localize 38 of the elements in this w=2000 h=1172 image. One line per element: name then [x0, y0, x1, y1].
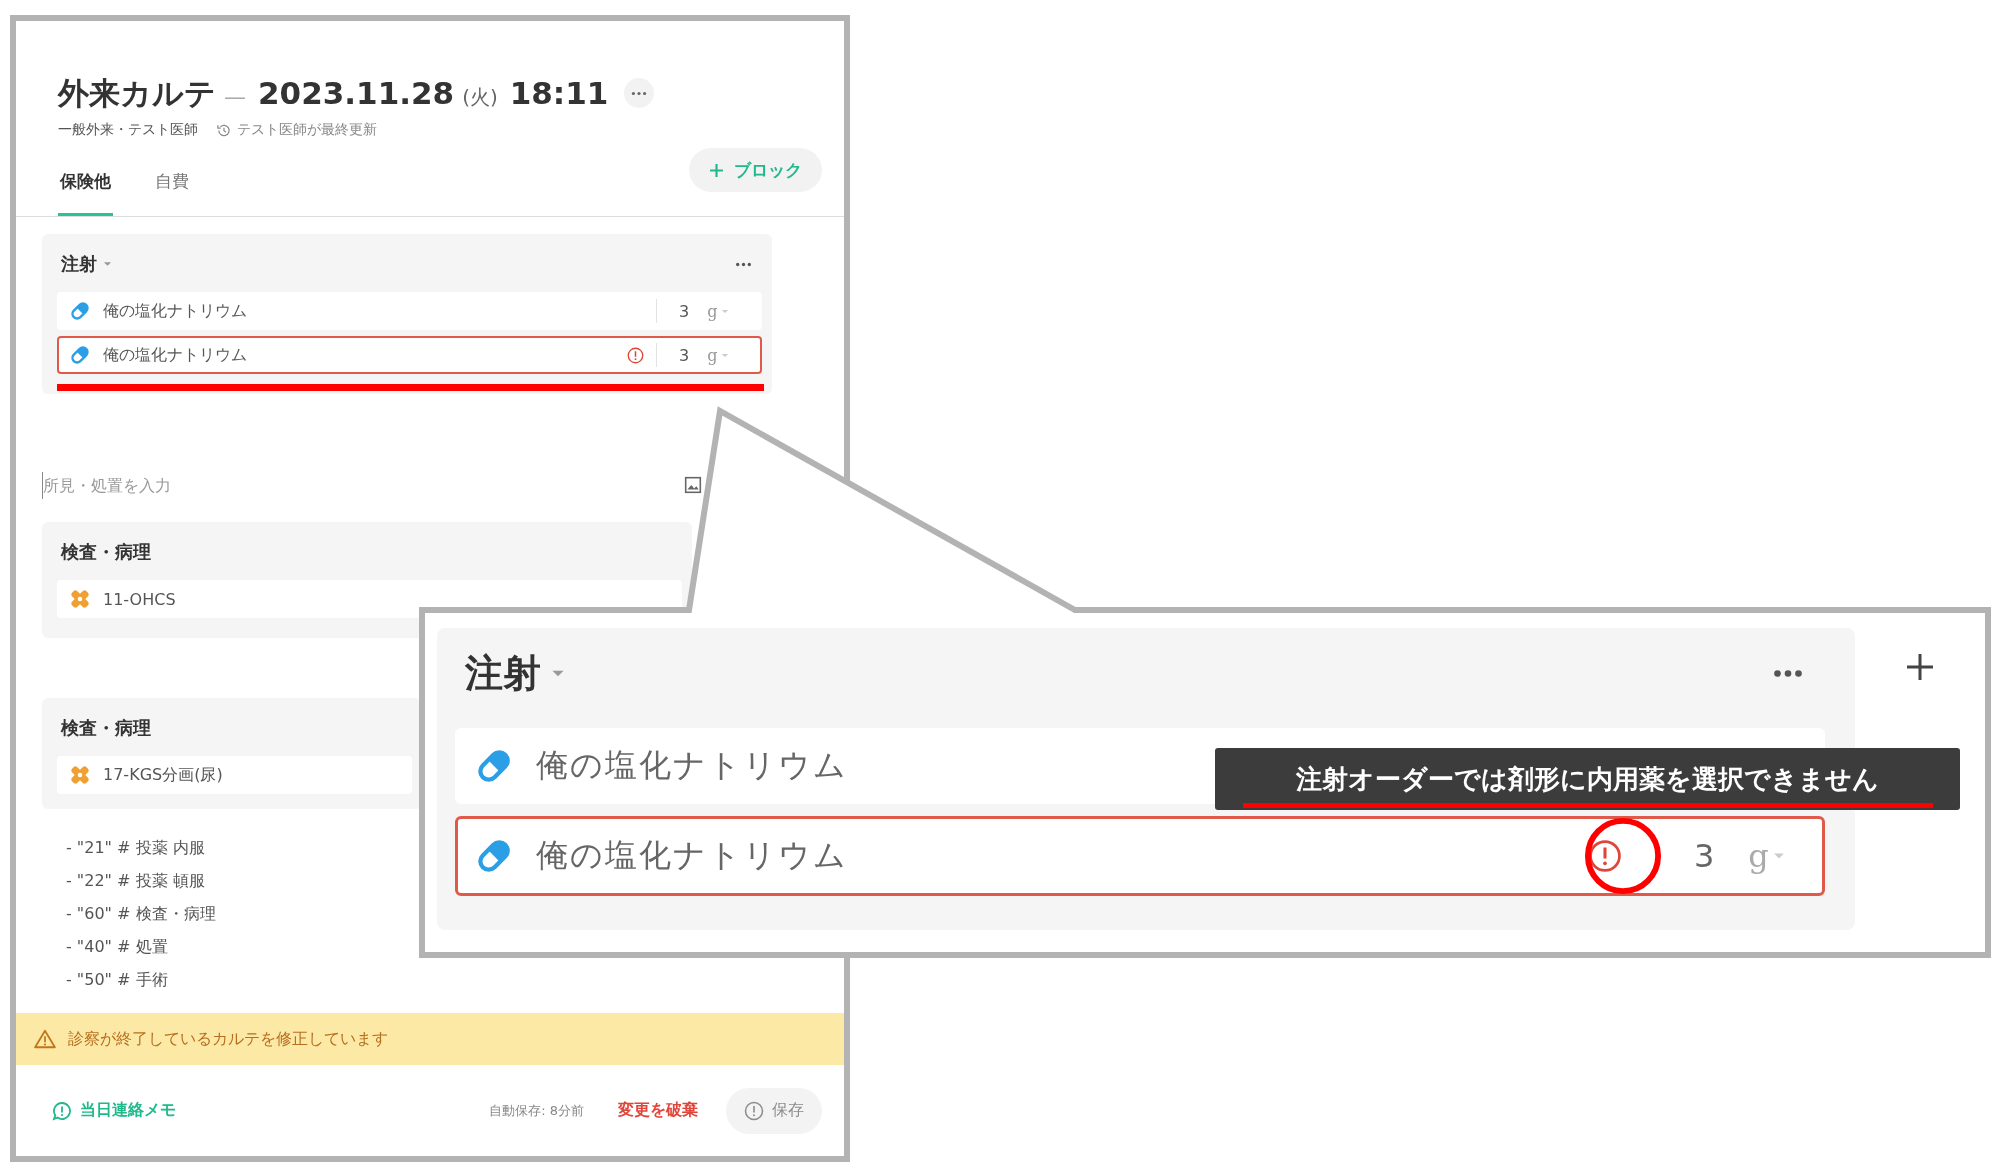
tab[interactable]: 自費: [153, 170, 191, 216]
order-row[interactable]: 俺の塩化ナトリウム 3 g: [455, 816, 1825, 896]
department-doctor: 一般外来・テスト医師: [58, 121, 198, 139]
code-line: - "60" # 検査・病理: [66, 903, 216, 925]
record-time: 18:11: [509, 75, 609, 111]
item-name: 17-KGS分画(尿): [103, 764, 223, 786]
item-name: 俺の塩化ナトリウム: [536, 745, 848, 786]
unit-dropdown[interactable]: g: [707, 345, 718, 365]
tab[interactable]: 保険他: [58, 170, 113, 216]
autosave-status: 自動保存: 8分前: [489, 1101, 584, 1120]
last-updated: テスト医師が最終更新: [237, 121, 377, 139]
block-title: 検査・病理: [61, 716, 151, 740]
block-title: 検査・病理: [61, 540, 151, 564]
quantity: 3: [679, 301, 690, 321]
code-line: - "50" # 手術: [66, 969, 168, 991]
quantity: 3: [679, 345, 690, 365]
discard-button[interactable]: 変更を破棄: [618, 1100, 698, 1121]
error-tooltip: 注射オーダーでは剤形に内用薬を選択できません: [1215, 748, 1960, 810]
code-line: - "40" # 処置: [66, 936, 168, 958]
item-name: 俺の塩化ナトリウム: [536, 835, 848, 876]
title-separator: —: [224, 84, 246, 109]
code-line: - "21" # 投薬 内服: [66, 837, 205, 859]
record-weekday: (火): [462, 84, 498, 111]
item-name: 俺の塩化ナトリウム: [103, 300, 247, 322]
unit-dropdown[interactable]: g: [707, 301, 718, 321]
warning-text: 診察が終了しているカルテを修正しています: [68, 1028, 388, 1050]
order-row[interactable]: 俺の塩化ナトリウム 3 g: [57, 336, 762, 374]
order-row[interactable]: 17-KGS分画(尿): [57, 756, 412, 794]
record-title: 外来カルテ: [58, 74, 216, 113]
code-line: - "22" # 投薬 頓服: [66, 870, 205, 892]
record-date: 2023.11.28: [258, 75, 455, 111]
block-type-dropdown[interactable]: 注射: [61, 252, 112, 276]
findings-field[interactable]: 所見・処置を入力: [42, 471, 343, 499]
item-name: 俺の塩化ナトリウム: [103, 344, 247, 366]
item-name: 11-OHCS: [103, 589, 176, 609]
quantity: 3: [1694, 837, 1715, 875]
block-title: 注射: [465, 649, 541, 697]
order-row[interactable]: 俺の塩化ナトリウム 3 g: [57, 292, 762, 330]
